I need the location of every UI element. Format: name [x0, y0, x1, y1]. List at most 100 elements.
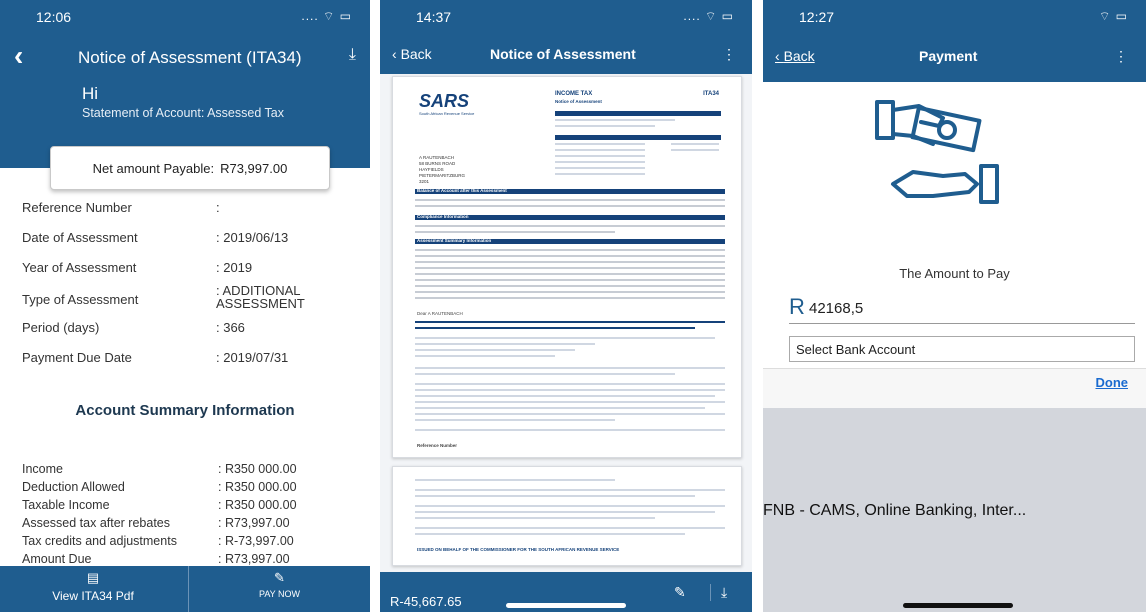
summary-row: Tax credits and adjustments : R-73,997.0…: [22, 534, 294, 548]
phone-notice-document-view: 14:37 .... ⌔ ▭ ‹ Back Notice of Assessme…: [380, 0, 752, 612]
home-indicator: [506, 603, 626, 608]
doc-line: [415, 327, 695, 329]
more-menu-icon[interactable]: ⋮: [722, 46, 736, 63]
picker-toolbar: Done: [763, 368, 1146, 408]
more-menu-icon[interactable]: ⋮: [1114, 48, 1128, 65]
doc-header-left: INCOME TAX: [555, 91, 593, 97]
doc-bar: [555, 111, 721, 116]
status-bar: 14:37 .... ⌔ ▭: [380, 0, 752, 34]
battery-signal-icon: .... ⌔ ▭: [301, 9, 352, 23]
pay-cash-icon: ✎: [274, 570, 285, 585]
back-button[interactable]: ‹ Back: [775, 48, 815, 64]
amount-input[interactable]: R 42168,5: [789, 294, 1135, 324]
detail-value: : 366: [216, 320, 245, 335]
status-time: 12:06: [36, 9, 72, 25]
greeting: Hi: [82, 84, 99, 103]
summary-row: Taxable Income : R350 000.00: [22, 498, 297, 512]
doc-line: [415, 517, 655, 519]
back-label: Back: [400, 46, 432, 62]
home-indicator: [903, 603, 1013, 608]
view-pdf-button[interactable]: ▤ View ITA34 Pdf: [0, 566, 186, 612]
done-button[interactable]: Done: [1096, 375, 1129, 390]
summary-row: Income : R350 000.00: [22, 462, 297, 476]
doc-footer: ISSUED ON BEHALF OF THE COMMISSIONER FOR…: [417, 547, 620, 552]
doc-line: [415, 401, 725, 403]
summary-value: : R73,997.00: [218, 552, 290, 566]
status-time: 14:37: [416, 9, 452, 25]
summary-label: Assessed tax after rebates: [22, 516, 170, 530]
summary-value: : R350 000.00: [218, 498, 297, 512]
back-button[interactable]: ‹ Back: [392, 46, 432, 62]
summary-label: Income: [22, 462, 63, 476]
page-title: Notice of Assessment: [490, 46, 636, 62]
document-page-2[interactable]: ISSUED ON BEHALF OF THE COMMISSIONER FOR…: [392, 466, 742, 566]
pay-now-label: PAY NOW: [258, 589, 300, 599]
summary-row: Deduction Allowed : R350 000.00: [22, 480, 297, 494]
download-icon[interactable]: ⤓: [710, 584, 727, 601]
doc-line: [415, 249, 725, 251]
net-amount-label: Net amount Payable:: [92, 160, 215, 176]
doc-line: [415, 495, 695, 497]
detail-label: Date of Assessment: [22, 230, 138, 245]
amount-to-pay-label: The Amount to Pay: [899, 266, 1010, 281]
detail-value: : 2019/07/31: [216, 350, 289, 365]
doc-header-right: ITA34: [703, 91, 719, 97]
doc-line: [555, 125, 655, 127]
doc-line: [671, 149, 719, 151]
download-icon[interactable]: ⤓: [349, 46, 356, 64]
pdf-file-icon: ▤: [86, 570, 100, 585]
doc-line: [415, 527, 725, 529]
view-pdf-label: View ITA34 Pdf: [52, 589, 134, 603]
doc-line: [415, 279, 725, 281]
bank-account-picker[interactable]: FNB - CAMS, Online Banking, Inter...: [763, 408, 1146, 612]
select-bank-account-field[interactable]: Select Bank Account: [789, 336, 1135, 362]
status-bar: 12:06 .... ⌔ ▭: [0, 0, 370, 34]
hand-payment-icon: [875, 100, 999, 204]
pay-now-button[interactable]: ✎ PAY NOW: [188, 566, 370, 612]
chevron-left-icon[interactable]: ‹: [14, 40, 23, 72]
summary-value: : R350 000.00: [218, 480, 297, 494]
doc-line: [555, 155, 645, 157]
doc-line: [555, 149, 645, 151]
document-page-1[interactable]: SARS South African Revenue Service INCOM…: [392, 76, 742, 458]
doc-line: [415, 343, 595, 345]
doc-line: [415, 419, 615, 421]
doc-line: [415, 511, 715, 513]
picker-option[interactable]: FNB - CAMS, Online Banking, Inter...: [763, 502, 1026, 520]
net-amount-value: R73,997.00: [220, 160, 288, 176]
doc-line: [415, 273, 725, 275]
doc-line: [415, 429, 725, 431]
doc-line: [415, 355, 555, 357]
pay-cash-icon[interactable]: ✎: [674, 584, 686, 601]
detail-label: Payment Due Date: [22, 350, 132, 365]
doc-line: [415, 407, 705, 409]
doc-line: [555, 119, 675, 121]
doc-line: [415, 413, 725, 415]
nav-bar: ‹ Notice of Assessment (ITA34) ⤓: [0, 34, 370, 84]
doc-line: [415, 205, 725, 207]
doc-line: [415, 395, 715, 397]
summary-label: Amount Due: [22, 552, 92, 566]
phone-notice-of-assessment-summary: 12:06 .... ⌔ ▭ ‹ Notice of Assessment (I…: [0, 0, 370, 612]
summary-label: Taxable Income: [22, 498, 110, 512]
status-bar: 12:27 ⌔ ▭: [763, 0, 1146, 34]
currency-symbol: R: [789, 294, 805, 319]
doc-salutation: Dear A RAUTENBACH: [417, 311, 463, 316]
detail-label: Year of Assessment: [22, 260, 137, 275]
page-title: Notice of Assessment (ITA34): [78, 48, 302, 67]
doc-line: [415, 297, 725, 299]
balance-amount: R-45,667.65: [390, 594, 462, 609]
amount-value: 42168,5: [809, 300, 864, 317]
doc-line: [415, 373, 675, 375]
section-summary: Assessment Summary Information: [417, 238, 492, 243]
doc-line: [555, 167, 645, 169]
doc-bar: [555, 135, 721, 140]
bottom-action-bar: ▤ View ITA34 Pdf ✎ PAY NOW: [0, 566, 370, 612]
phone-payment: 12:27 ⌔ ▭ ‹ Back Payment ⋮ The Amount to…: [763, 0, 1146, 612]
battery-signal-icon: .... ⌔ ▭: [683, 9, 734, 23]
detail-value: : 2019: [216, 260, 253, 275]
doc-line: [415, 389, 725, 391]
summary-row: Assessed tax after rebates : R73,997.00: [22, 516, 290, 530]
net-amount-card: Net amount Payable: R73,997.00: [50, 146, 330, 190]
doc-line: [555, 161, 645, 163]
